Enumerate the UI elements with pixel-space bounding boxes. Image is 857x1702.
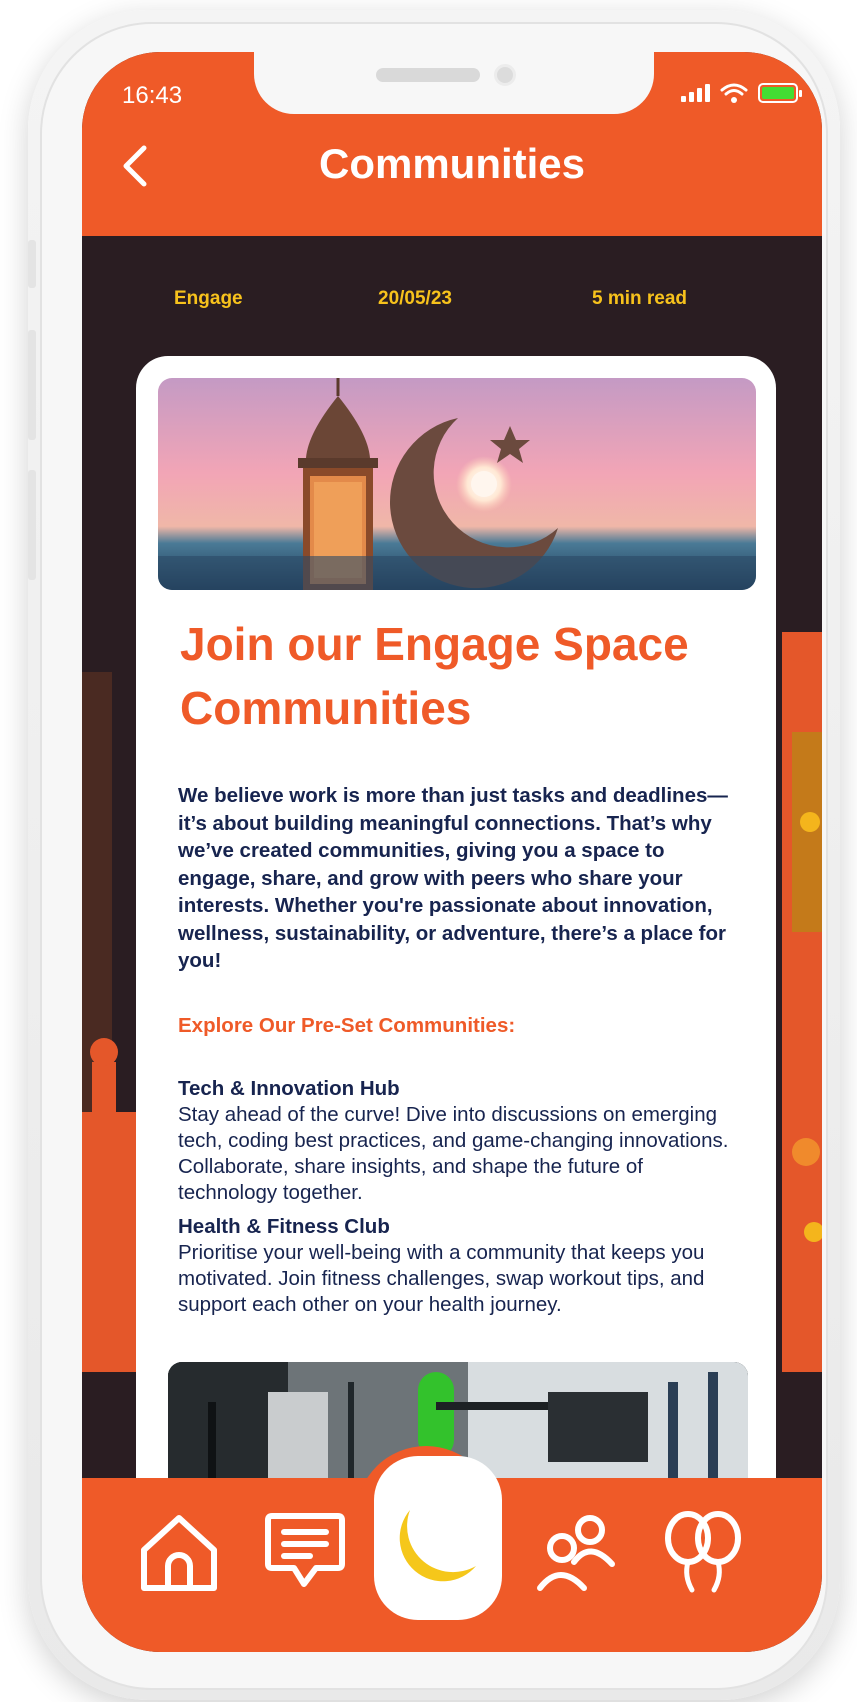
community-heading: Tech & Innovation Hub	[178, 1077, 400, 1100]
home-icon[interactable]	[134, 1506, 224, 1596]
community-description: Stay ahead of the curve! Dive into discu…	[178, 1103, 729, 1204]
article-title: Join our Engage Space Communities	[180, 618, 689, 734]
community-section: Tech & Innovation Hub Stay ahead of the …	[178, 1076, 738, 1206]
bottom-navigation	[82, 1446, 822, 1652]
crescent-moon-icon	[399, 1510, 476, 1582]
front-camera	[494, 64, 516, 86]
page-title: Communities	[318, 140, 586, 187]
chat-icon[interactable]	[260, 1506, 350, 1596]
meta-read-time: 5 min read	[592, 288, 688, 309]
article-intro: We believe work is more than just tasks …	[178, 784, 728, 972]
signal-icon	[681, 84, 710, 102]
article-card: Join our Engage Space Communities We bel…	[136, 356, 776, 1516]
explore-heading: Explore Our Pre-Set Communities:	[178, 1014, 516, 1037]
mosque-silhouette-left	[82, 672, 142, 1372]
status-icons	[681, 82, 802, 104]
phone-screen: 16:43 Communities Engage 20/05/23 5 min …	[82, 52, 822, 1652]
community-description: Prioritise your well-being with a commun…	[178, 1241, 705, 1316]
speaker-grille	[376, 68, 480, 82]
balloons-icon[interactable]	[658, 1506, 748, 1596]
volume-up-button	[28, 330, 36, 440]
article-meta: Engage 20/05/23 5 min read	[82, 288, 822, 318]
people-icon[interactable]	[530, 1506, 620, 1596]
meta-date: 20/05/23	[378, 288, 452, 309]
battery-icon	[758, 83, 802, 103]
community-heading: Health & Fitness Club	[178, 1215, 390, 1238]
hero-image-lantern-crescent	[158, 378, 756, 590]
device-notch	[254, 52, 654, 114]
wifi-icon	[720, 83, 748, 103]
meta-category: Engage	[174, 288, 243, 309]
status-time: 16:43	[122, 82, 183, 109]
mute-switch	[28, 240, 36, 288]
community-section: Health & Fitness Club Prioritise your we…	[178, 1214, 738, 1318]
volume-down-button	[28, 470, 36, 580]
home-feature-button[interactable]	[374, 1456, 502, 1620]
